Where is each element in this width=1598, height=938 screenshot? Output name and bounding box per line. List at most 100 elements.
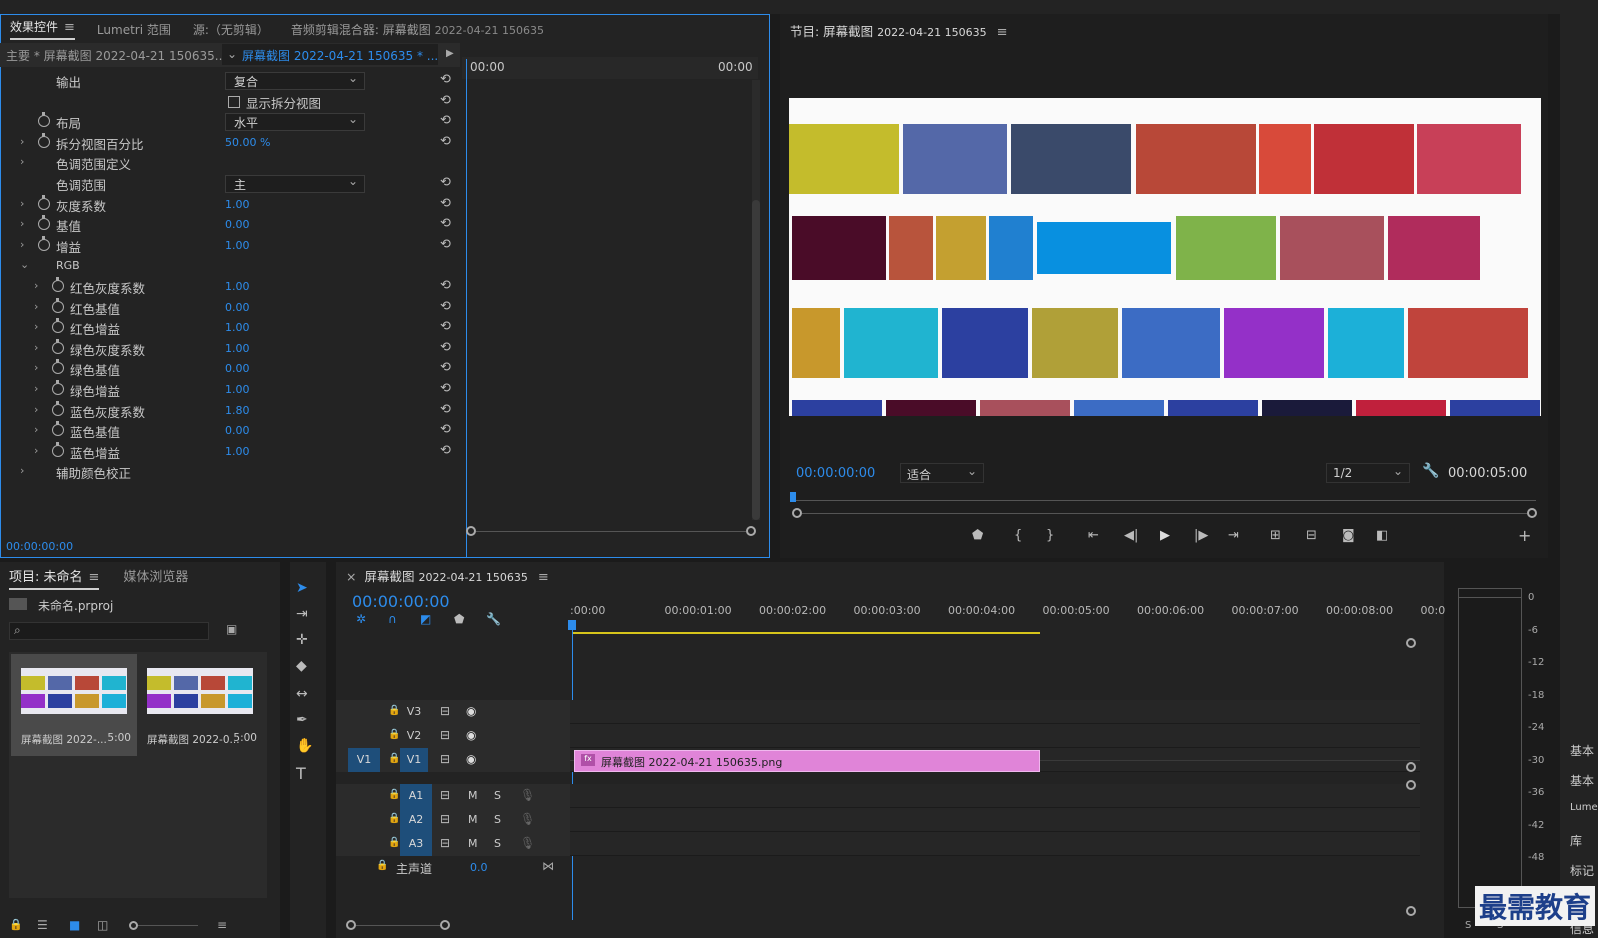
chevron-right-icon[interactable]: › (20, 217, 24, 230)
chevron-right-icon[interactable]: › (34, 279, 38, 292)
tab-project[interactable]: 项目: 未命名 ≡ (9, 566, 100, 590)
tl-vscroll-knob[interactable] (1406, 780, 1416, 790)
program-timecode[interactable]: 00:00:00:00 (796, 466, 875, 481)
tab-effect-controls[interactable]: 效果控件 ≡ (10, 18, 75, 40)
sync-lock-icon[interactable]: ⊟ (440, 752, 450, 766)
chevron-right-icon[interactable]: › (20, 464, 24, 477)
tab-source[interactable]: 源:（无剪辑） (193, 21, 269, 38)
snap-icon[interactable]: ∩ (388, 612, 397, 626)
icon-view-icon[interactable]: ■ (69, 918, 80, 932)
add-marker-icon[interactable]: ⬟ (454, 612, 464, 626)
stopwatch-icon[interactable] (38, 215, 50, 231)
mark-out-icon[interactable]: } (1046, 528, 1054, 543)
sync-lock-icon[interactable]: ⊟ (440, 704, 450, 718)
stopwatch-icon[interactable] (52, 318, 64, 334)
program-playhead[interactable] (790, 492, 796, 502)
sequence-clip-selector[interactable]: ⌄ 屏幕截图 2022-04-21 150635 * ... (222, 44, 438, 65)
project-item[interactable]: 屏幕截图 2022-0... 5:00 (137, 654, 263, 756)
eye-icon[interactable]: ◉ (466, 704, 476, 718)
stopwatch-icon[interactable] (38, 194, 50, 210)
chevron-right-icon[interactable]: › (20, 135, 24, 148)
add-button-icon[interactable]: + (1518, 526, 1531, 545)
zoom-slider-track[interactable] (138, 925, 198, 926)
scroll-knob-left[interactable] (346, 920, 356, 930)
step-back-icon[interactable]: ◀| (1124, 528, 1138, 543)
lock-icon[interactable]: 🔒 (388, 705, 400, 716)
chevron-right-icon[interactable]: › (20, 197, 24, 210)
property-value[interactable]: 0.00 (225, 424, 250, 437)
scroll-knob-right[interactable] (440, 920, 450, 930)
camera-icon[interactable]: ◙ (1342, 528, 1355, 543)
property-value[interactable]: 50.00 % (225, 136, 270, 149)
selection-tool-icon[interactable]: ➤ (296, 580, 308, 596)
audio-track-lane[interactable] (570, 808, 1420, 832)
go-to-out-icon[interactable]: ⇥ (1228, 528, 1239, 543)
property-row[interactable]: › 拆分视图百分比 50.00 % ⟲ (0, 132, 460, 154)
reset-icon[interactable]: ⟲ (440, 196, 451, 211)
chevron-right-icon[interactable]: › (20, 238, 24, 251)
property-row[interactable]: › 辅助颜色校正 (0, 462, 460, 483)
wrench-icon[interactable]: 🔧 (1422, 463, 1439, 479)
microphone-icon[interactable]: 🎙 (520, 788, 535, 802)
property-value[interactable]: 1.00 (225, 280, 250, 293)
reset-icon[interactable]: ⟲ (440, 175, 451, 190)
lift-icon[interactable]: ⊞ (1270, 528, 1281, 543)
sync-lock-icon[interactable]: ⊟ (440, 836, 450, 850)
master-clip-label[interactable]: 主要 * 屏幕截图 2022-04-21 150635... (6, 47, 226, 64)
program-monitor-title[interactable]: 节目: 屏幕截图 2022-04-21 150635 ≡ (790, 21, 1007, 40)
track-target-v1[interactable]: V1 (400, 748, 428, 772)
resolution-select[interactable]: 1/2 (1326, 463, 1410, 483)
reset-icon[interactable]: ⟲ (440, 299, 451, 314)
sort-icon[interactable]: ≡ (217, 918, 227, 932)
property-row[interactable]: › 灰度系数 1.00 ⟲ (0, 194, 460, 216)
sync-lock-icon[interactable]: ⊟ (440, 728, 450, 742)
solo-button[interactable]: S (494, 789, 501, 802)
property-row[interactable]: › 增益 1.00 ⟲ (0, 235, 460, 257)
solo-button[interactable]: S (494, 813, 501, 826)
sync-lock-icon[interactable]: ⊟ (440, 788, 450, 802)
track-target-v3[interactable]: V3 (400, 700, 428, 724)
lock-icon[interactable]: 🔒 (388, 837, 400, 848)
right-strip-item[interactable]: 基本 (1570, 772, 1594, 789)
stopwatch-icon[interactable] (38, 112, 50, 128)
razor-tool-icon[interactable]: ◆ (296, 658, 307, 674)
lock-icon[interactable]: 🔒 (388, 789, 400, 800)
stopwatch-icon[interactable] (52, 338, 64, 354)
audio-track-lane[interactable] (570, 832, 1420, 856)
property-row[interactable]: › 蓝色灰度系数 1.80 ⟲ (0, 400, 460, 422)
menu-icon[interactable]: ≡ (997, 25, 1008, 40)
audio-track-lane[interactable] (570, 784, 1420, 808)
ec-playhead[interactable] (466, 59, 467, 557)
track-target-v2[interactable]: V2 (400, 724, 428, 748)
scroll-knob-right[interactable] (746, 526, 756, 536)
property-value[interactable]: 1.00 (225, 198, 250, 211)
sync-lock-icon[interactable]: ⊟ (440, 812, 450, 826)
timeline-ruler[interactable]: :00:00 00:00:01:00 00:00:02:00 00:00:03:00 0… (570, 604, 1445, 640)
stopwatch-icon[interactable] (52, 400, 64, 416)
property-row[interactable]: › 基值 0.00 ⟲ (0, 215, 460, 236)
chevron-right-icon[interactable]: › (34, 444, 38, 457)
video-track-lane[interactable] (570, 724, 1420, 748)
eye-icon[interactable]: ◉ (466, 728, 476, 742)
lock-icon[interactable]: 🔒 (9, 918, 23, 931)
timeline-playhead[interactable] (568, 620, 576, 630)
play-triangle-icon[interactable]: ▶ (446, 48, 454, 59)
stopwatch-icon[interactable] (52, 421, 64, 437)
menu-icon[interactable]: ≡ (89, 570, 100, 585)
microphone-icon[interactable]: 🎙 (520, 812, 535, 826)
linked-selection-icon[interactable]: ◩ (420, 612, 431, 626)
pm-scroll-right[interactable] (1527, 508, 1537, 518)
timeline-settings-wrench-icon[interactable]: 🔧 (486, 612, 501, 626)
solo-button[interactable]: S (494, 837, 501, 850)
property-select[interactable]: 水平 (225, 112, 365, 132)
property-row[interactable]: › 红色增益 1.00 ⟲ (0, 318, 460, 339)
reset-icon[interactable]: ⟲ (440, 360, 451, 375)
close-icon[interactable]: × (346, 569, 356, 584)
chevron-right-icon[interactable]: › (34, 341, 38, 354)
stopwatch-icon[interactable] (38, 132, 50, 148)
ec-time-ruler[interactable]: 00:00 00:00 (462, 57, 758, 79)
property-value[interactable]: 1.00 (225, 239, 250, 252)
property-value[interactable]: 1.00 (225, 383, 250, 396)
program-scrub-bar[interactable] (796, 500, 1536, 501)
property-select[interactable]: 复合 (225, 71, 365, 90)
